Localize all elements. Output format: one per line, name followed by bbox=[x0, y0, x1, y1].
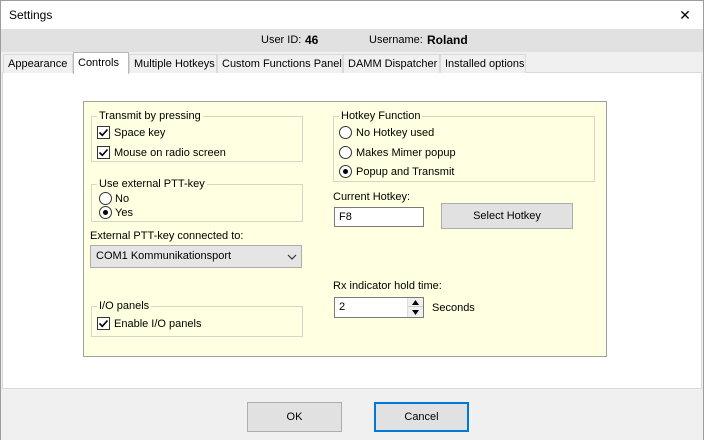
io-panels-group: I/O panels Enable I/O panels bbox=[91, 300, 303, 337]
arrow-up-icon bbox=[412, 300, 419, 305]
tab-controls[interactable]: Controls bbox=[73, 52, 129, 74]
rx-indicator-unit: Seconds bbox=[432, 302, 475, 314]
arrow-down-icon bbox=[412, 310, 419, 315]
ptt-port-value: COM1 Kommunikationsport bbox=[96, 250, 232, 262]
current-hotkey-label: Current Hotkey: bbox=[333, 191, 411, 203]
settings-window: Settings ✕ User ID: 46 Username: Roland … bbox=[0, 0, 704, 440]
popup-and-transmit-radio[interactable] bbox=[339, 165, 352, 178]
tab-multiple-hotkeys[interactable]: Multiple Hotkeys bbox=[129, 54, 217, 73]
rx-indicator-value: 2 bbox=[339, 301, 346, 313]
tab-label: Multiple Hotkeys bbox=[134, 58, 215, 70]
current-hotkey-field[interactable]: F8 bbox=[334, 207, 424, 227]
spin-down-button[interactable] bbox=[408, 307, 423, 317]
mimer-popup-radio[interactable] bbox=[339, 146, 352, 159]
user-info-bar: User ID: 46 Username: Roland bbox=[1, 29, 703, 52]
spinner-buttons[interactable] bbox=[407, 298, 423, 317]
transmit-group-title: Transmit by pressing bbox=[97, 110, 203, 123]
username-label: Username: bbox=[369, 34, 423, 46]
io-panels-group-title: I/O panels bbox=[97, 300, 152, 313]
tab-custom-functions-panel[interactable]: Custom Functions Panel bbox=[217, 54, 343, 73]
select-hotkey-button[interactable]: Select Hotkey bbox=[441, 203, 573, 229]
tab-damm-dispatcher[interactable]: DAMM Dispatcher bbox=[343, 54, 440, 73]
tab-label: DAMM Dispatcher bbox=[348, 58, 438, 70]
controls-panel: Transmit by pressing Space key Mouse on … bbox=[83, 101, 607, 357]
no-hotkey-label: No Hotkey used bbox=[356, 127, 435, 139]
close-icon: ✕ bbox=[679, 6, 691, 23]
ptt-no-label: No bbox=[115, 193, 130, 205]
enable-io-panels-label: Enable I/O panels bbox=[114, 318, 202, 330]
external-ptt-group: Use external PTT-key No Yes bbox=[91, 178, 303, 222]
username-value: Roland bbox=[427, 33, 468, 47]
transmit-group: Transmit by pressing Space key Mouse on … bbox=[91, 110, 303, 162]
checkmark-icon bbox=[98, 128, 109, 137]
space-key-label: Space key bbox=[114, 127, 166, 139]
cancel-button[interactable]: Cancel bbox=[374, 402, 469, 432]
checkmark-icon bbox=[98, 148, 109, 157]
window-title: Settings bbox=[9, 8, 53, 22]
spin-up-button[interactable] bbox=[408, 298, 423, 307]
chevron-down-icon bbox=[287, 254, 297, 260]
hotkey-function-group: Hotkey Function No Hotkey used Makes Mim… bbox=[333, 110, 595, 182]
mouse-on-radio-screen-label: Mouse on radio screen bbox=[114, 147, 226, 159]
mimer-popup-label: Makes Mimer popup bbox=[356, 147, 456, 159]
tab-appearance[interactable]: Appearance bbox=[3, 54, 73, 73]
ptt-yes-label: Yes bbox=[115, 207, 133, 219]
ptt-port-dropdown[interactable]: COM1 Kommunikationsport bbox=[90, 245, 302, 268]
space-key-checkbox[interactable] bbox=[97, 126, 110, 139]
external-ptt-group-title: Use external PTT-key bbox=[97, 178, 207, 191]
tab-label: Installed options bbox=[445, 58, 525, 70]
hotkey-function-group-title: Hotkey Function bbox=[339, 110, 423, 123]
ok-button[interactable]: OK bbox=[247, 402, 342, 432]
ptt-yes-radio[interactable] bbox=[99, 206, 112, 219]
no-hotkey-radio[interactable] bbox=[339, 126, 352, 139]
enable-io-panels-checkbox[interactable] bbox=[97, 317, 110, 330]
rx-indicator-label: Rx indicator hold time: bbox=[333, 280, 442, 292]
user-id-label: User ID: bbox=[261, 34, 302, 46]
title-bar: Settings ✕ bbox=[1, 1, 703, 29]
tab-label: Appearance bbox=[8, 58, 68, 70]
close-button[interactable]: ✕ bbox=[667, 1, 703, 29]
tab-strip: Appearance Controls Multiple Hotkeys Cus… bbox=[3, 52, 703, 74]
tab-installed-options[interactable]: Installed options bbox=[440, 54, 526, 73]
rx-indicator-stepper[interactable]: 2 bbox=[334, 297, 424, 318]
tab-label: Custom Functions Panel bbox=[222, 58, 342, 70]
mouse-on-radio-screen-checkbox[interactable] bbox=[97, 146, 110, 159]
dialog-footer: OK Cancel bbox=[1, 390, 703, 440]
user-id-value: 46 bbox=[305, 33, 319, 47]
popup-and-transmit-label: Popup and Transmit bbox=[356, 166, 455, 178]
ptt-connected-label: External PTT-key connected to: bbox=[90, 230, 244, 242]
ptt-no-radio[interactable] bbox=[99, 192, 112, 205]
checkmark-icon bbox=[98, 319, 109, 328]
tab-label: Controls bbox=[78, 57, 119, 69]
